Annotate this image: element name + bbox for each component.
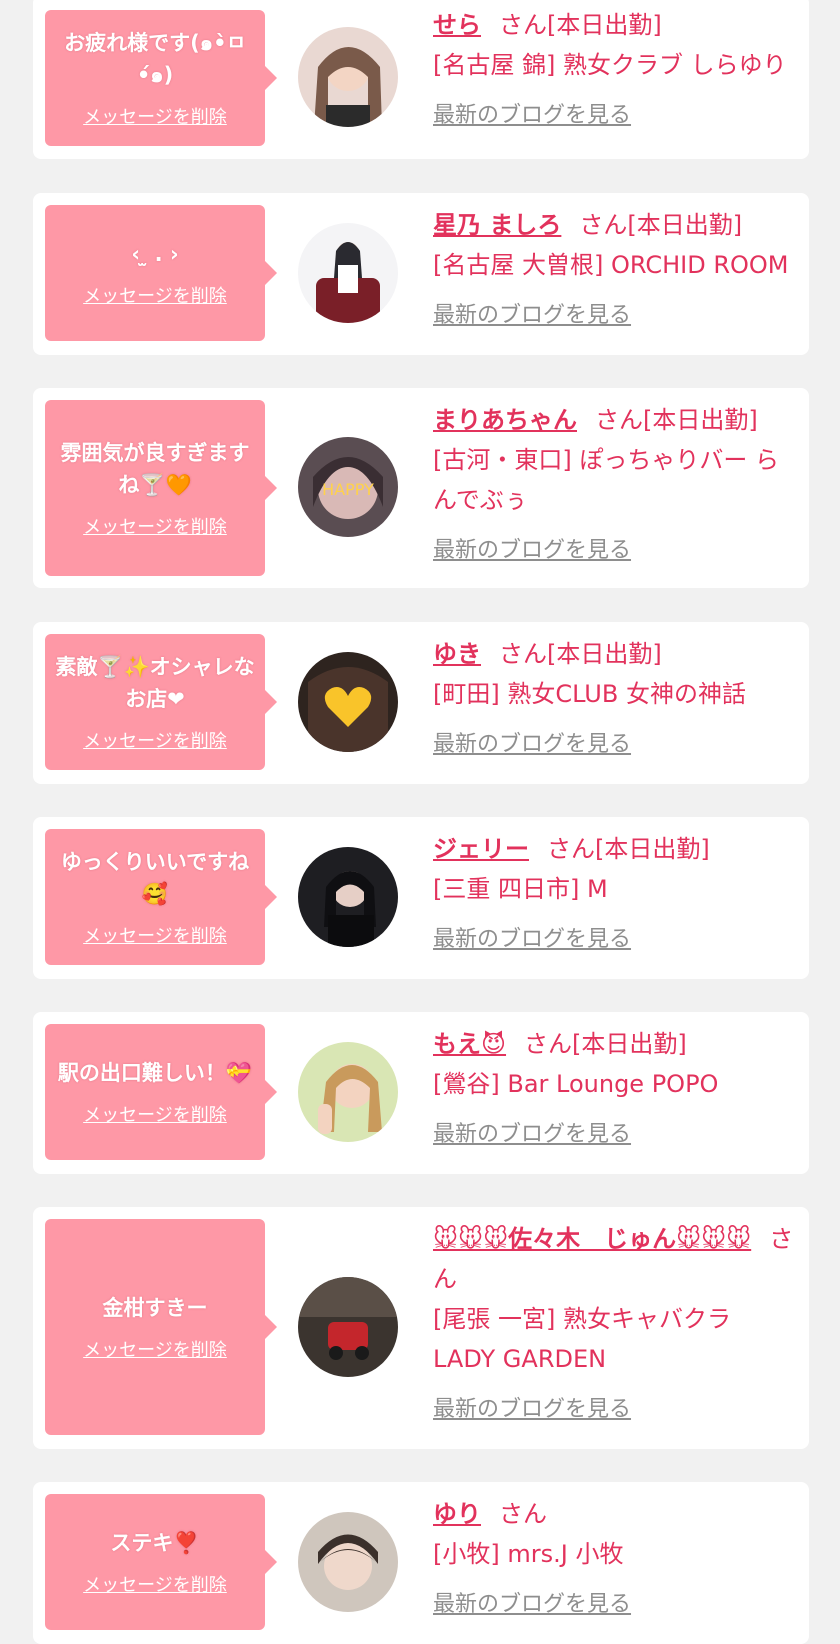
list-item: ‹ ̫ . › メッセージを削除 星乃 ましろ さん[本日出勤] [名古屋 大曽根… <box>33 193 809 355</box>
shop-name: [名古屋 大曽根] ORCHID ROOM <box>433 251 789 279</box>
user-status: さん[本日出勤] <box>499 640 662 668</box>
user-name-link[interactable]: もえ😈 <box>433 1030 506 1058</box>
svg-text:HAPPY: HAPPY <box>322 480 374 499</box>
message-text: ‹ ̫ . › <box>131 242 179 266</box>
latest-blog-link[interactable]: 最新のブログを見る <box>433 1586 631 1618</box>
shop-name: [小牧] mrs.J 小牧 <box>433 1540 624 1568</box>
delete-message-button[interactable]: メッセージを削除 <box>83 1101 227 1127</box>
user-status: さん[本日出勤] <box>524 1030 687 1058</box>
message-bubble: 金柑すきー メッセージを削除 <box>45 1219 277 1435</box>
user-name-link[interactable]: まりあちゃん <box>433 406 577 434</box>
user-status: さん[本日出勤] <box>595 406 758 434</box>
list-item: 駅の出口難しい！💝 メッセージを削除 もえ😈 さん[本日出勤] [鶯谷] Bar … <box>33 1012 809 1174</box>
user-name-link[interactable]: せら <box>433 11 481 39</box>
user-name-link[interactable]: ジェリー <box>433 835 529 863</box>
avatar[interactable] <box>298 1277 398 1377</box>
user-name-link[interactable]: 星乃 ましろ <box>433 211 561 239</box>
list-item: お疲れ様です(๑•̀ㅁ•́๑) メッセージを削除 せら さん[本日出勤] [名古屋… <box>33 0 809 159</box>
message-text: 金柑すきー <box>102 1296 208 1320</box>
latest-blog-link[interactable]: 最新のブログを見る <box>433 921 631 953</box>
list-item: 素敵🍸✨オシャレなお店❤ メッセージを削除 ゆき さん[本日出勤] [町田] 熟女… <box>33 622 809 784</box>
message-bubble: 雰囲気が良すぎますね🍸🧡 メッセージを削除 <box>45 400 277 576</box>
list-item: 雰囲気が良すぎますね🍸🧡 メッセージを削除 HAPPY まりあちゃん さん[本日出… <box>33 388 809 588</box>
message-text: 駅の出口難しい！💝 <box>57 1061 253 1085</box>
avatar[interactable] <box>298 223 398 323</box>
latest-blog-link[interactable]: 最新のブログを見る <box>433 97 631 129</box>
user-name-link[interactable]: 🐭🐭🐭佐々木 じゅん🐭🐭🐭 <box>433 1225 751 1253</box>
avatar[interactable] <box>298 1512 398 1612</box>
user-name-link[interactable]: ゆり <box>433 1500 481 1528</box>
delete-message-button[interactable]: メッセージを削除 <box>83 282 227 308</box>
latest-blog-link[interactable]: 最新のブログを見る <box>433 726 631 758</box>
latest-blog-link[interactable]: 最新のブログを見る <box>433 532 631 564</box>
delete-message-button[interactable]: メッセージを削除 <box>83 1336 227 1362</box>
message-bubble: ‹ ̫ . › メッセージを削除 <box>45 205 277 341</box>
delete-message-button[interactable]: メッセージを削除 <box>83 727 227 753</box>
shop-name: [尾張 一宮] 熟女キャバクラ LADY GARDEN <box>433 1305 731 1373</box>
shop-name: [町田] 熟女CLUB 女神の神話 <box>433 680 746 708</box>
message-text: ステキ❣️ <box>110 1531 200 1555</box>
message-bubble: 素敵🍸✨オシャレなお店❤ メッセージを削除 <box>45 634 277 770</box>
delete-message-button[interactable]: メッセージを削除 <box>83 1571 227 1597</box>
message-bubble: 駅の出口難しい！💝 メッセージを削除 <box>45 1024 277 1160</box>
latest-blog-link[interactable]: 最新のブログを見る <box>433 297 631 329</box>
avatar[interactable] <box>298 1042 398 1142</box>
delete-message-button[interactable]: メッセージを削除 <box>83 922 227 948</box>
avatar[interactable] <box>298 847 398 947</box>
shop-name: [鶯谷] Bar Lounge POPO <box>433 1070 719 1098</box>
list-item: ステキ❣️ メッセージを削除 ゆり さん [小牧] mrs.J 小牧 最新のブログ… <box>33 1482 809 1644</box>
message-text: ゆっくりいいですね🥰 <box>60 850 250 906</box>
list-item: ゆっくりいいですね🥰 メッセージを削除 ジェリー さん[本日出勤] [三重 四日市… <box>33 817 809 979</box>
avatar[interactable]: HAPPY <box>298 437 398 537</box>
list-item: 金柑すきー メッセージを削除 🐭🐭🐭佐々木 じゅん🐭🐭🐭 さん [尾張 一宮] 熟… <box>33 1207 809 1449</box>
user-status: さん[本日出勤] <box>579 211 743 239</box>
message-text: 素敵🍸✨オシャレなお店❤ <box>55 655 255 711</box>
message-text: お疲れ様です(๑•̀ㅁ•́๑) <box>64 31 246 87</box>
user-status: さん[本日出勤] <box>499 11 662 39</box>
avatar[interactable] <box>298 652 398 752</box>
shop-name: [古河・東口] ぽっちゃりバー らんでぶぅ <box>433 446 779 514</box>
user-status: さん <box>499 1500 547 1528</box>
favorites-list: お疲れ様です(๑•̀ㅁ•́๑) メッセージを削除 せら さん[本日出勤] [名古屋… <box>0 0 840 1644</box>
message-text: 雰囲気が良すぎますね🍸🧡 <box>60 441 250 497</box>
shop-name: [名古屋 錦] 熟女クラブ しらゆり <box>433 51 787 79</box>
avatar[interactable] <box>298 27 398 127</box>
delete-message-button[interactable]: メッセージを削除 <box>83 513 227 539</box>
latest-blog-link[interactable]: 最新のブログを見る <box>433 1391 631 1423</box>
user-name-link[interactable]: ゆき <box>433 640 481 668</box>
delete-message-button[interactable]: メッセージを削除 <box>83 103 227 129</box>
message-bubble: ステキ❣️ メッセージを削除 <box>45 1494 277 1630</box>
latest-blog-link[interactable]: 最新のブログを見る <box>433 1116 631 1148</box>
shop-name: [三重 四日市] M <box>433 875 608 903</box>
user-status: さん[本日出勤] <box>547 835 710 863</box>
message-bubble: お疲れ様です(๑•̀ㅁ•́๑) メッセージを削除 <box>45 10 277 146</box>
message-bubble: ゆっくりいいですね🥰 メッセージを削除 <box>45 829 277 965</box>
